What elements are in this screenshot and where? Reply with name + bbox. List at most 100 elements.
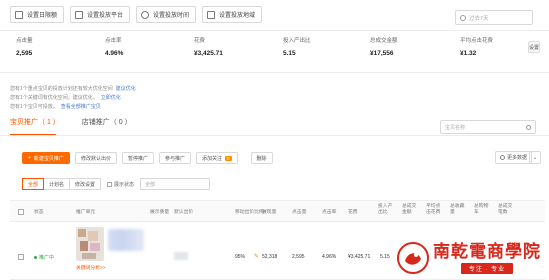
col-header-avg-cpc[interactable]: 平均点击花费 (426, 204, 444, 216)
product-title-blurred[interactable] (108, 229, 144, 251)
edit-pencil-icon[interactable]: ✎ (254, 253, 259, 260)
edit-default-bid-button[interactable]: 修改默认出价 (74, 152, 117, 164)
thumb-pixel (80, 241, 88, 251)
metric-value: ¥1.32 (460, 50, 477, 57)
metric-clicks: 点击量 2,595 (16, 36, 33, 57)
set-daily-budget-button[interactable]: 设置日限额 (10, 6, 65, 23)
set-daily-budget-label: 设置日限额 (27, 13, 58, 19)
action-bar: + 新建宝贝推广 修改默认出价 暂停推广 参与推广 添加关注 0 删除 (22, 152, 273, 164)
divider (0, 30, 549, 31)
filter-modify-button[interactable]: 修改设置 (70, 178, 102, 190)
metric-label: 点击量 (16, 38, 33, 44)
delete-button[interactable]: 删除 (250, 152, 273, 164)
promotion-tabs: 宝贝推广（ 1 ） 店铺推广（ 0 ） (10, 117, 132, 127)
col-header-default-bid[interactable]: 默认出价 (174, 208, 193, 215)
set-region-label: 设置投放地域 (219, 13, 256, 19)
notice-text: 您有1个重点宝贝的投放计划还有较大优化空间 (10, 86, 113, 92)
thumb-pixel (90, 243, 100, 251)
search-placeholder: 宝贝名称 (445, 124, 466, 131)
col-header-cart[interactable]: 总购物车 (474, 204, 492, 216)
col-header-orders[interactable]: 总成交笔数 (498, 204, 516, 216)
chevron-down-icon[interactable]: ⌄ (529, 151, 541, 164)
tab-shop-promotion[interactable]: 店铺推广（ 0 ） (82, 117, 132, 127)
product-thumbnail[interactable] (76, 227, 104, 261)
plus-icon: + (28, 155, 31, 161)
clock-icon (141, 10, 150, 19)
status-text: 推广中 (39, 255, 55, 261)
item-name-search-input[interactable]: 宝贝名称 (440, 120, 536, 134)
cell-impressions: 52,318 (262, 254, 278, 260)
thumb-pixel (88, 231, 98, 241)
settings-icon (500, 155, 505, 160)
table-header: 状态 推广单元 展示质量 默认出价 移动出价比例 展现量 点击量 点击率 花费 … (10, 200, 545, 222)
metric-value: ¥3,425.71 (194, 50, 223, 57)
metrics-summary: 点击量 2,595 点击率 4.96% 花费 ¥3,425.71 投入产出比 5.15 … (0, 36, 549, 66)
notice-text: 您有1个关键词有优化空间，建议优化。 (10, 95, 98, 101)
col-header-status[interactable]: 状态 (34, 208, 44, 215)
keyword-analysis-link[interactable]: 关键词分析>> (76, 264, 106, 271)
col-header-clicks[interactable]: 点击量 (292, 208, 306, 215)
notice-line: 您有1个关键词有优化空间，建议优化。 立即优化 (10, 94, 121, 101)
col-header-mobile-ratio[interactable]: 移动出价比例 (235, 208, 264, 215)
new-promotion-button[interactable]: + 新建宝贝推广 (22, 152, 70, 164)
more-data-label: 更多数据 (507, 155, 528, 161)
notice-link[interactable]: 建议优化 (116, 86, 136, 92)
set-time-label: 设置投放时间 (153, 13, 190, 19)
display-status-checkbox[interactable]: 展示状态 (107, 181, 134, 188)
col-header-quality[interactable]: 展示质量 (150, 208, 169, 215)
col-header-cost[interactable]: 花费 (348, 208, 358, 215)
col-header-total-sales[interactable]: 总成交金额 (402, 204, 420, 216)
platform-icon (75, 10, 84, 19)
set-time-button[interactable]: 设置投放时间 (136, 6, 197, 23)
col-header-favorites[interactable]: 总收藏量 (450, 204, 468, 216)
metric-label: 平均点击花费 (460, 38, 494, 44)
metrics-settings-button[interactable]: 设置 (528, 41, 540, 53)
new-promotion-label: 新建宝贝推广 (33, 155, 64, 162)
date-range-text: 过去7天 (469, 15, 489, 22)
select-all-checkbox[interactable] (18, 209, 24, 215)
metric-value: 4.96% (105, 50, 124, 57)
add-follow-button[interactable]: 添加关注 0 (195, 152, 238, 164)
search-icon[interactable] (526, 124, 531, 130)
col-header-ctr[interactable]: 点击率 (322, 208, 336, 215)
divider (0, 135, 549, 136)
filter-plan-button[interactable]: 计划名 (44, 178, 71, 190)
row-checkbox[interactable] (18, 254, 24, 260)
metric-label: 投入产出比 (283, 38, 311, 44)
add-follow-label: 添加关注 (201, 155, 222, 162)
date-range-selector[interactable]: 过去7天 (455, 10, 533, 25)
metric-roi: 投入产出比 5.15 (283, 36, 311, 57)
notice-link[interactable]: 立即优化 (101, 95, 121, 101)
col-header-unit[interactable]: 推广单元 (76, 208, 95, 215)
set-platform-button[interactable]: 设置投放平台 (70, 6, 131, 23)
join-promotion-button[interactable]: 参与推广 (158, 152, 191, 164)
status-select[interactable]: 全部 (140, 178, 211, 190)
default-bid-blurred (174, 252, 188, 260)
top-toolbar: 设置日限额 设置投放平台 设置投放时间 设置投放地域 (10, 6, 263, 23)
cell-ctr: 4.96% (322, 254, 337, 260)
calendar-icon (460, 14, 466, 21)
metric-value: 5.15 (283, 50, 296, 57)
filter-all-button[interactable]: 全部 (22, 178, 45, 190)
display-status-label: 展示状态 (114, 181, 135, 188)
metric-avg-cpc: 平均点击花费 ¥1.32 (460, 36, 493, 57)
notice-line: 您有1个重点宝贝的投放计划还有较大优化空间 建议优化 (10, 85, 136, 92)
set-region-button[interactable]: 设置投放地域 (202, 6, 263, 23)
metric-label: 点击率 (105, 38, 122, 44)
tab-item-promotion[interactable]: 宝贝推广（ 1 ） (10, 117, 60, 127)
cell-clicks: 2,595 (292, 254, 305, 260)
pause-promotion-button[interactable]: 暂停推广 (121, 152, 154, 164)
checkbox-box (107, 181, 113, 187)
metric-label: 花费 (194, 38, 206, 44)
cell-roi: 5.15 (380, 254, 390, 260)
more-data-button[interactable]: 更多数据 (495, 151, 533, 164)
watermark-logo: 南乾電商學院 专注 · 专业 (396, 236, 546, 280)
col-header-roi[interactable]: 投入产出比 (378, 204, 396, 216)
cell-mobile-ratio: 95% (235, 254, 246, 260)
metric-cost: 花费 ¥3,425.71 (194, 36, 223, 57)
cell-cost: ¥3,425.71 (348, 254, 371, 260)
notice-line: 您有1个宝贝可投放， 查看全部推广宝贝 (10, 103, 101, 110)
notice-link[interactable]: 查看全部推广宝贝 (61, 104, 101, 110)
budget-icon (15, 10, 23, 19)
col-header-impressions[interactable]: 展现量 (262, 208, 276, 215)
